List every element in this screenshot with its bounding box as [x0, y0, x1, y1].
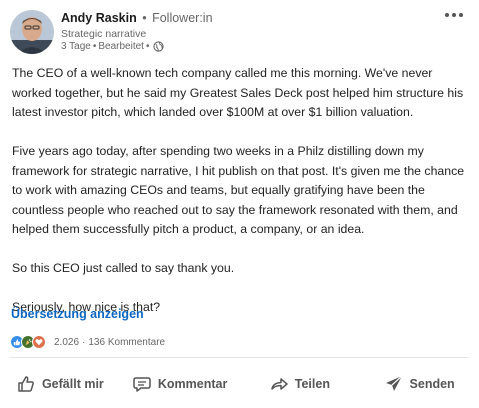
- like-outline-icon: [18, 376, 34, 392]
- ellipsis-icon[interactable]: [441, 4, 467, 26]
- love-icon: [32, 335, 46, 349]
- divider: [10, 357, 469, 358]
- send-button[interactable]: Senden: [359, 366, 479, 402]
- comment-icon: [133, 377, 151, 392]
- translate-link[interactable]: Übersetzung anzeigen: [11, 307, 144, 321]
- globe-icon: [153, 41, 165, 52]
- like-button[interactable]: Gefällt mir: [0, 366, 120, 402]
- share-icon: [271, 378, 288, 390]
- post-age: 3 Tage: [61, 41, 91, 52]
- comment-label: Kommentar: [157, 377, 228, 391]
- author-headline: Strategic narrative: [61, 28, 147, 40]
- author-name[interactable]: Andy Raskin: [61, 11, 137, 25]
- post-paragraph: Five years ago today, after spending two…: [12, 144, 465, 236]
- meta-separator: •: [92, 41, 97, 52]
- edited-label: Bearbeitet: [98, 41, 144, 52]
- like-label: Gefällt mir: [41, 377, 104, 391]
- action-bar: Gefällt mir Kommentar Teilen Senden: [0, 366, 479, 402]
- share-label: Teilen: [294, 377, 330, 391]
- post-header: Andy Raskin • Follower:in Strategic narr…: [0, 0, 479, 62]
- author-avatar[interactable]: [10, 10, 54, 54]
- follower-label: Follower:in: [152, 11, 213, 25]
- comment-button[interactable]: Kommentar: [120, 366, 240, 402]
- post-paragraph: So this CEO just called to say thank you…: [12, 261, 235, 275]
- meta-separator: •: [145, 41, 150, 52]
- reaction-count[interactable]: 2.026: [54, 337, 79, 348]
- post-paragraph: The CEO of a well-known tech company cal…: [12, 66, 464, 119]
- post-meta: 3 Tage • Bearbeitet •: [61, 41, 165, 52]
- share-button[interactable]: Teilen: [240, 366, 360, 402]
- count-separator: ·: [82, 336, 86, 348]
- post-body: The CEO of a well-known tech company cal…: [12, 64, 470, 318]
- comment-count[interactable]: 136 Kommentare: [88, 337, 165, 348]
- send-label: Senden: [409, 377, 455, 391]
- social-counts: 2.026 · 136 Kommentare: [10, 334, 165, 350]
- name-separator: •: [142, 11, 147, 25]
- send-icon: [385, 375, 402, 391]
- author-line: Andy Raskin • Follower:in: [61, 11, 213, 25]
- reaction-icons[interactable]: [10, 335, 46, 349]
